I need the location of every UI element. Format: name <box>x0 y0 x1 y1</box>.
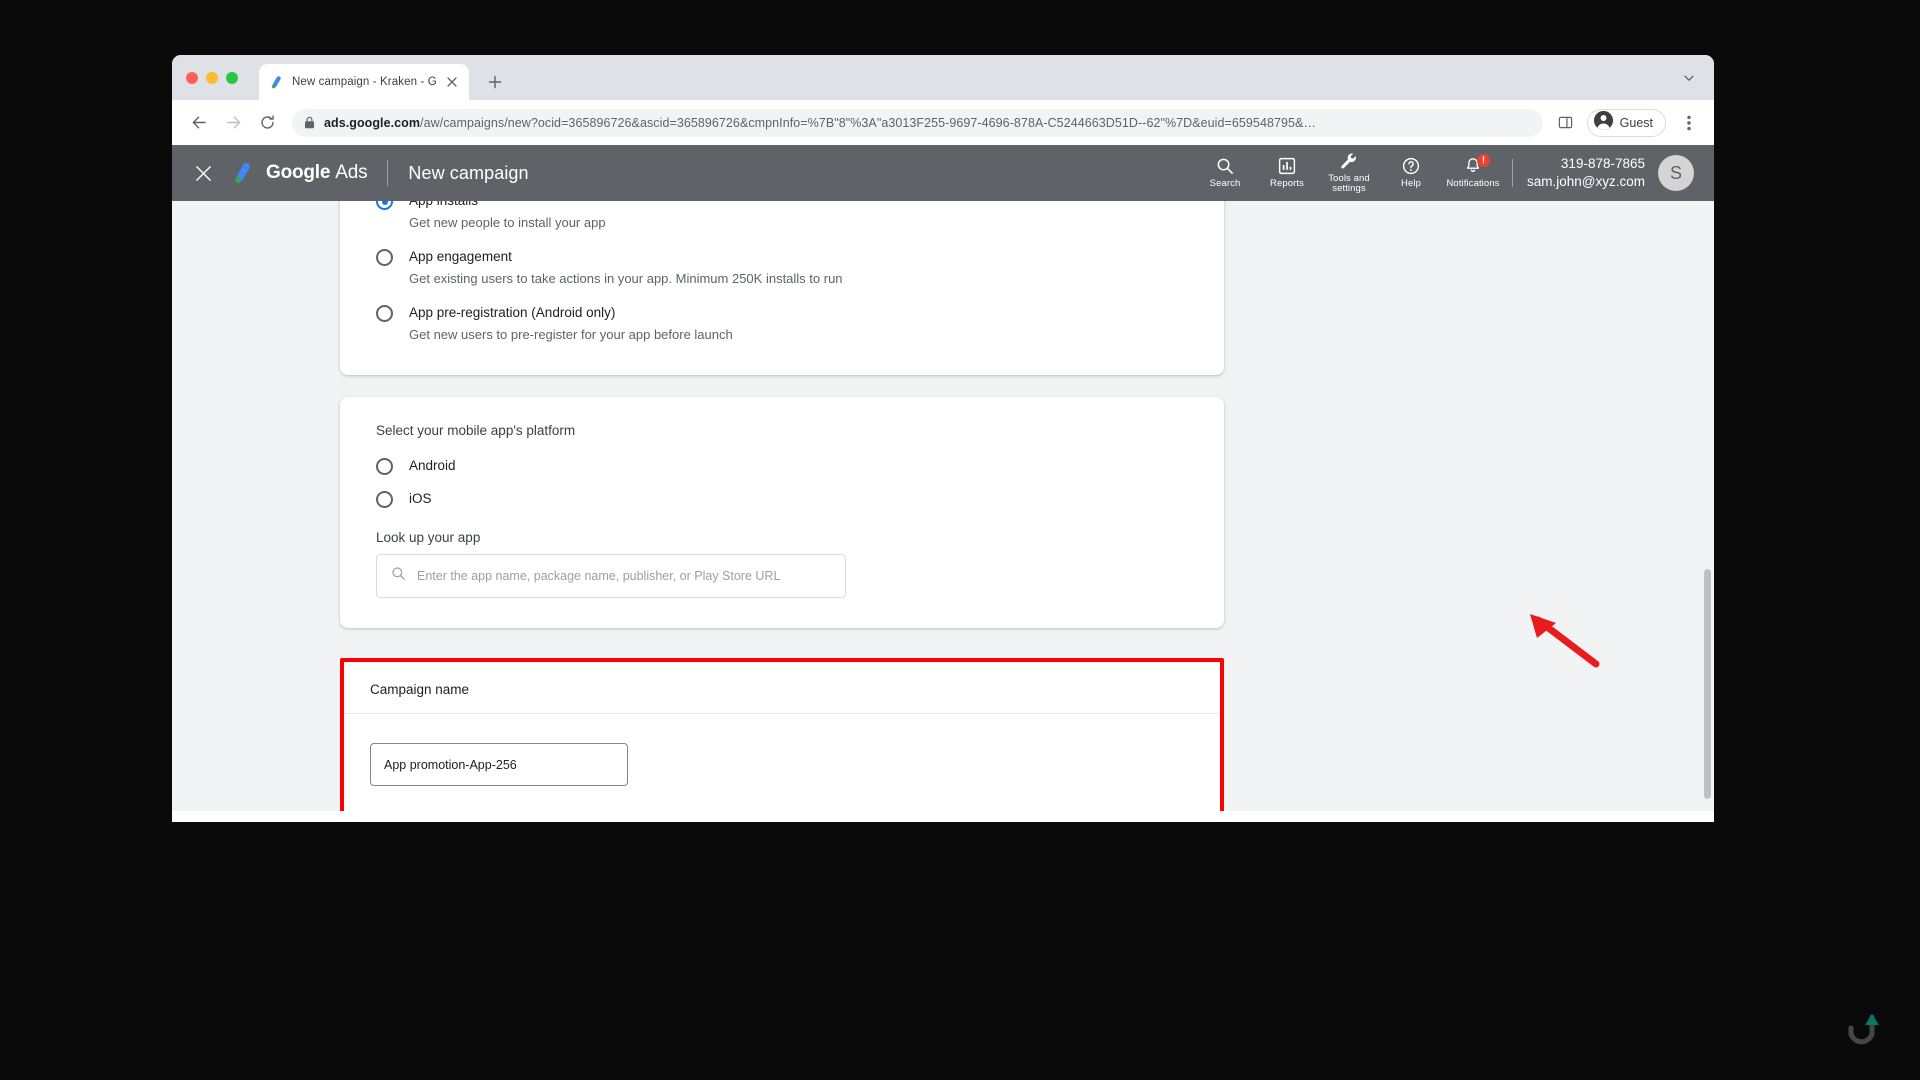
split-screen-icon[interactable] <box>1553 110 1579 136</box>
address-bar-url: ads.google.com/aw/campaigns/new?ocid=365… <box>324 116 1316 130</box>
wrench-tools-icon <box>1340 152 1358 171</box>
header-notifications-label: Notifications <box>1446 177 1500 189</box>
radio-option-app-installs[interactable]: App installs <box>340 201 1224 210</box>
campaign-form-body: App installs Get new people to install y… <box>172 201 1714 811</box>
minimize-window-button[interactable] <box>206 72 218 84</box>
search-icon <box>391 566 406 586</box>
header-notifications-button[interactable]: ! Notifications <box>1442 145 1504 201</box>
account-phone: 319-878-7865 <box>1560 155 1645 171</box>
header-tools-label: Tools and settings <box>1328 172 1370 194</box>
back-button[interactable] <box>184 108 214 138</box>
radio-label-app-preregistration: App pre-registration (Android only) <box>409 305 616 320</box>
help-circle-icon <box>1402 157 1420 176</box>
lookup-app-input[interactable]: Enter the app name, package name, publis… <box>376 554 846 598</box>
brand-ads-text: Ads <box>335 162 368 183</box>
header-divider <box>387 160 389 186</box>
forward-button[interactable] <box>218 108 248 138</box>
header-actions: Search Reports Tools and settings Help !… <box>1194 145 1694 201</box>
radio-option-app-engagement[interactable]: App engagement <box>340 241 1224 266</box>
url-domain: ads.google.com <box>324 115 421 130</box>
google-ads-logo[interactable]: Google Ads <box>232 161 368 186</box>
platform-card-heading: Select your mobile app's platform <box>376 423 576 438</box>
address-bar[interactable]: ads.google.com/aw/campaigns/new?ocid=365… <box>292 108 1543 137</box>
radio-desc-app-engagement: Get existing users to take actions in yo… <box>409 271 843 286</box>
radio-icon-ios[interactable] <box>376 491 393 508</box>
account-email: sam.john@xyz.com <box>1527 174 1645 189</box>
browser-tab[interactable]: New campaign - Kraken - Goo <box>259 64 469 100</box>
header-reports-label: Reports <box>1270 177 1304 189</box>
browser-toolbar: ads.google.com/aw/campaigns/new?ocid=365… <box>172 100 1714 145</box>
campaign-name-card: Campaign name App promotion-App-256 <box>340 658 1224 811</box>
google-ads-favicon <box>270 75 285 90</box>
browser-window: New campaign - Kraken - Goo ads.google.c… <box>172 55 1714 822</box>
header-search-button[interactable]: Search <box>1194 145 1256 201</box>
search-icon <box>1216 157 1234 176</box>
browser-tab-strip: New campaign - Kraken - Goo <box>172 55 1714 100</box>
new-tab-button[interactable] <box>481 68 509 96</box>
radio-icon-app-preregistration[interactable] <box>376 305 393 322</box>
page-title: New campaign <box>408 162 529 183</box>
radio-desc-app-preregistration: Get new users to pre-register for your a… <box>409 327 733 342</box>
app-campaign-subtype-card: App installs Get new people to install y… <box>340 201 1224 375</box>
radio-label-ios: iOS <box>409 491 432 506</box>
url-path: /aw/campaigns/new?ocid=365896726&ascid=3… <box>420 115 1316 130</box>
radio-label-app-installs: App installs <box>409 201 478 210</box>
campaign-name-value: App promotion-App-256 <box>384 757 517 772</box>
browser-tab-title: New campaign - Kraken - Goo <box>292 76 437 88</box>
page-scrollbar[interactable] <box>1704 569 1711 799</box>
maximize-window-button[interactable] <box>226 72 238 84</box>
google-ads-logo-icon <box>232 161 257 186</box>
lock-icon <box>304 116 315 129</box>
radio-option-app-preregistration[interactable]: App pre-registration (Android only) <box>340 297 1224 322</box>
radio-icon-app-installs[interactable] <box>376 201 393 210</box>
lookup-app-label: Look up your app <box>376 530 481 545</box>
radio-label-android: Android <box>409 458 456 473</box>
brand-google-text: Google <box>266 162 331 183</box>
close-window-button[interactable] <box>186 72 198 84</box>
close-campaign-button[interactable] <box>190 160 216 186</box>
three-dot-menu-icon[interactable] <box>1676 110 1702 136</box>
campaign-name-input[interactable]: App promotion-App-256 <box>370 743 628 786</box>
guest-profile-label: Guest <box>1619 115 1653 130</box>
chevron-down-icon[interactable] <box>1680 69 1698 87</box>
radio-option-android[interactable]: Android <box>340 450 1224 475</box>
google-ads-header: Google Ads New campaign Search Reports T… <box>172 145 1714 201</box>
platform-selection-card: Select your mobile app's platform Androi… <box>340 397 1224 628</box>
campaign-name-heading: Campaign name <box>344 662 1220 714</box>
header-actions-divider <box>1512 159 1513 187</box>
notifications-badge: ! <box>1477 154 1490 167</box>
avatar[interactable]: S <box>1658 155 1694 191</box>
teal-arrow-logo <box>1848 1014 1879 1045</box>
guest-profile-button[interactable]: Guest <box>1586 108 1666 137</box>
header-reports-button[interactable]: Reports <box>1256 145 1318 201</box>
radio-option-ios[interactable]: iOS <box>340 475 1224 508</box>
radio-label-app-engagement: App engagement <box>409 249 512 264</box>
reports-bar-chart-icon <box>1278 157 1296 176</box>
close-icon[interactable] <box>444 74 460 90</box>
lookup-app-placeholder: Enter the app name, package name, publis… <box>417 569 781 583</box>
header-search-label: Search <box>1209 177 1241 189</box>
google-ads-wordmark: Google Ads <box>266 162 368 184</box>
radio-desc-app-installs: Get new people to install your app <box>409 215 606 230</box>
reload-button[interactable] <box>252 108 282 138</box>
campaign-form-column: App installs Get new people to install y… <box>340 201 1224 811</box>
header-tools-button[interactable]: Tools and settings <box>1318 145 1380 201</box>
window-traffic-lights <box>186 72 238 84</box>
account-info[interactable]: 319-878-7865 sam.john@xyz.com <box>1527 155 1645 191</box>
radio-icon-android[interactable] <box>376 458 393 475</box>
header-help-button[interactable]: Help <box>1380 145 1442 201</box>
header-help-label: Help <box>1401 177 1421 189</box>
radio-icon-app-engagement[interactable] <box>376 249 393 266</box>
account-circle-icon <box>1593 110 1614 136</box>
